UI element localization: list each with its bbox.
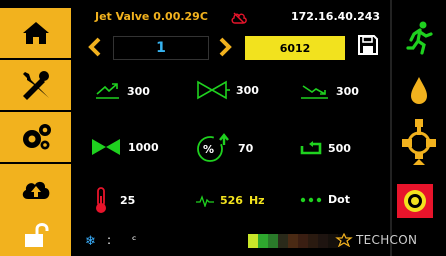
target-button[interactable]: [397, 184, 433, 218]
valve-time-value: 300: [236, 83, 259, 97]
valve-outline-icon: [197, 80, 230, 100]
purge-button[interactable]: [395, 68, 443, 112]
heater-gradient: [248, 234, 348, 248]
heater-gradient-cell: [278, 234, 288, 248]
repeat-icon: [300, 141, 322, 155]
settings-button[interactable]: [0, 112, 71, 162]
brand-name: TECHCON: [356, 233, 418, 247]
save-icon[interactable]: [357, 34, 379, 56]
cycles-param[interactable]: 500: [300, 141, 351, 155]
fall-icon: [301, 85, 328, 99]
frequency-param[interactable]: 526 Hz: [196, 194, 265, 207]
valve-icon: [402, 119, 436, 165]
home-button[interactable]: [0, 8, 71, 58]
status-colon: :: [107, 233, 112, 247]
heater-gradient-cell: [258, 234, 268, 248]
mode-param[interactable]: Dot: [300, 193, 350, 206]
unlock-icon: [24, 223, 48, 247]
value-field[interactable]: 6012: [245, 36, 345, 60]
prev-chevron-icon[interactable]: [88, 37, 102, 57]
runner-icon: [406, 21, 433, 55]
temperature-param[interactable]: 25: [94, 186, 135, 214]
close-time-param[interactable]: 300: [300, 82, 359, 100]
drop-icon: [411, 77, 427, 104]
run-button[interactable]: [395, 16, 443, 60]
close-time-value: 300: [336, 84, 359, 98]
temperature-value: 25: [120, 193, 136, 207]
cloud-upload-icon: [22, 181, 49, 199]
valve-button[interactable]: [395, 115, 443, 169]
gears-icon: [22, 124, 51, 150]
heater-gradient-cell: [298, 234, 308, 248]
percent-value: 70: [238, 141, 254, 155]
valve-filled-icon: [92, 139, 120, 155]
channel-field[interactable]: 1: [113, 36, 209, 60]
heater-gradient-cell: [308, 234, 318, 248]
open-time-value: 300: [127, 84, 150, 98]
open-time-param[interactable]: 300: [95, 82, 150, 100]
frequency-value: 526: [220, 194, 243, 207]
heater-gradient-cell: [318, 234, 328, 248]
heater-gradient-cell: [248, 234, 258, 248]
lock-button[interactable]: [0, 214, 71, 256]
heater-gradient-cell: [288, 234, 298, 248]
cloud-disconnected-icon: [231, 9, 247, 28]
cycles-value: 500: [328, 141, 351, 155]
status-temp-unit: ᶜ: [132, 233, 137, 247]
percent-param[interactable]: % 70: [194, 133, 253, 163]
heater-gradient-cell: [268, 234, 278, 248]
home-icon: [22, 22, 49, 44]
frequency-unit: Hz: [248, 194, 265, 207]
mode-value: Dot: [328, 193, 350, 206]
brand-logo: TECHCON: [335, 233, 417, 247]
techcon-logo-icon: [335, 233, 353, 247]
target-icon: [404, 190, 426, 212]
tools-icon: [22, 71, 49, 100]
device-title: Jet Valve 0.00.29C: [95, 10, 208, 23]
next-chevron-icon[interactable]: [218, 37, 232, 57]
rise-icon: [96, 83, 119, 99]
cloud-button[interactable]: [0, 164, 71, 214]
percent-up-icon: %: [197, 133, 229, 162]
ip-address: 172.16.40.243: [291, 10, 381, 23]
tools-button[interactable]: [0, 60, 71, 110]
pulses-value: 1000: [128, 140, 159, 154]
valve-time-param[interactable]: 300: [196, 80, 259, 100]
left-sidebar: [0, 0, 77, 256]
thermometer-icon: [96, 187, 106, 213]
pulses-param[interactable]: 1000: [90, 137, 159, 157]
svg-text:%: %: [203, 143, 214, 156]
snowflake-icon: ❄: [85, 234, 96, 249]
dots-icon: [300, 197, 322, 202]
pulse-wave-icon: [196, 194, 214, 207]
